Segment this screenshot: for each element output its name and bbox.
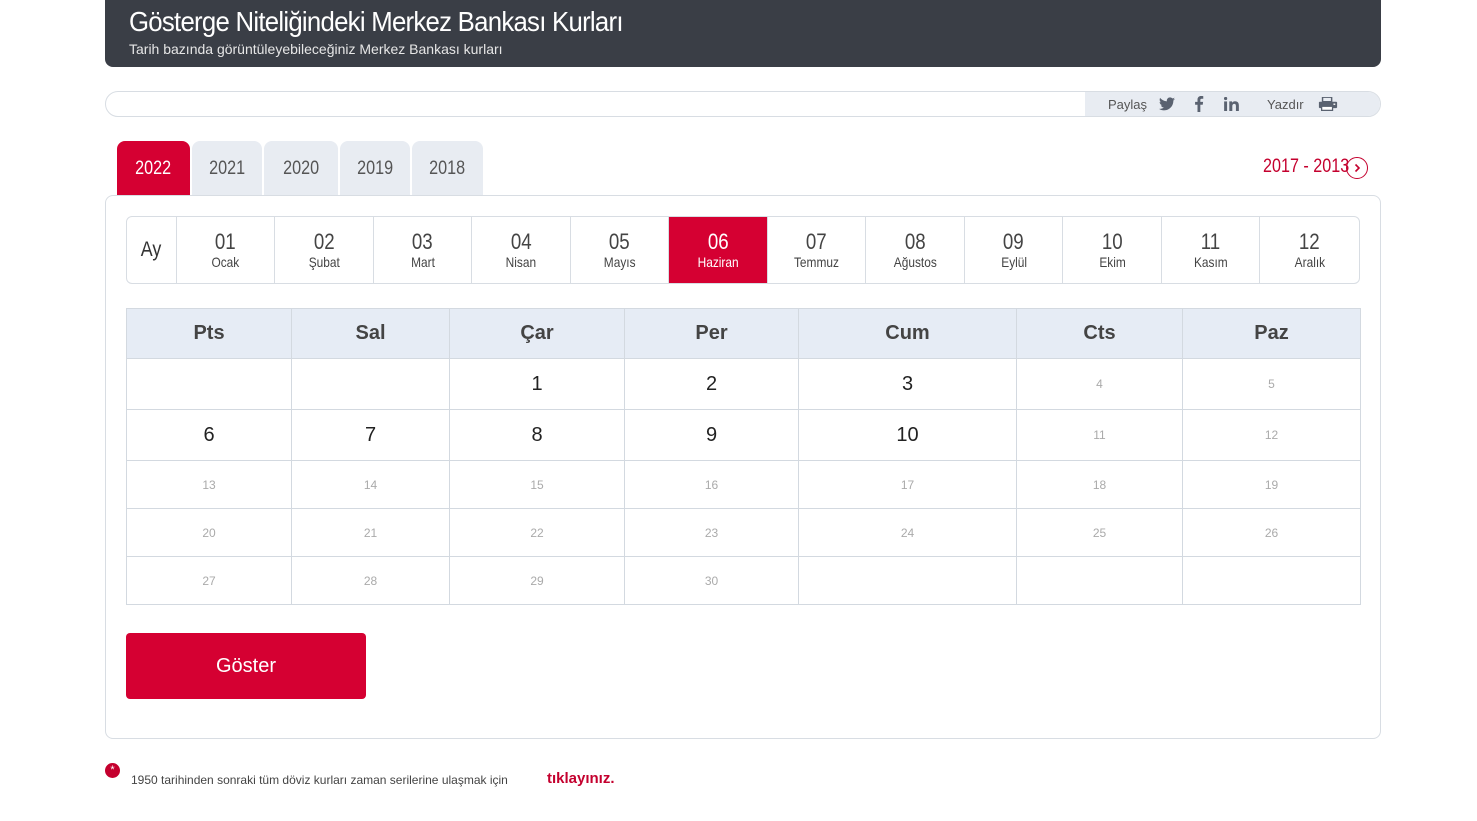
calendar-day-disabled: 25 xyxy=(1016,508,1183,557)
calendar-day-disabled: 14 xyxy=(291,460,450,509)
calendar-day-disabled: 22 xyxy=(449,508,625,557)
page-subtitle: Tarih bazında görüntüleyebileceğiniz Mer… xyxy=(129,41,503,57)
month-12[interactable]: 12 Aralık xyxy=(1260,217,1359,283)
calendar-day[interactable]: 7 xyxy=(291,409,450,461)
calendar-day-disabled: 28 xyxy=(291,556,450,605)
month-11[interactable]: 11 Kasım xyxy=(1162,217,1261,283)
calendar-day-disabled: 20 xyxy=(126,508,292,557)
weekday-header: Cts xyxy=(1016,308,1183,359)
page-title: Gösterge Niteliğindeki Merkez Bankası Ku… xyxy=(129,6,624,37)
month-06[interactable]: 06 Haziran xyxy=(669,217,768,283)
page-header: Gösterge Niteliğindeki Merkez Bankası Ku… xyxy=(105,0,1381,67)
calendar-day-disabled: 30 xyxy=(624,556,799,605)
month-07[interactable]: 07 Temmuz xyxy=(768,217,867,283)
calendar-day-disabled: 17 xyxy=(798,460,1017,509)
footnote: * 1950 tarihinden sonraki tüm döviz kurl… xyxy=(105,763,805,793)
calendar-week-row: 20 21 22 23 24 25 26 xyxy=(126,508,1361,557)
show-button[interactable]: Göster xyxy=(126,633,366,699)
month-05[interactable]: 05 Mayıs xyxy=(571,217,670,283)
calendar-day-empty xyxy=(1016,556,1183,605)
weekday-header: Çar xyxy=(449,308,625,359)
calendar-day-disabled: 26 xyxy=(1182,508,1361,557)
year-tabs: 2022 2021 2020 2019 2018 xyxy=(117,141,485,196)
calendar-day-disabled: 21 xyxy=(291,508,450,557)
calendar-panel: Ay 01 Ocak 02 Şubat 03 Mart 04 Nisan 05 Mayıs… xyxy=(105,195,1381,739)
month-selector: Ay 01 Ocak 02 Şubat 03 Mart 04 Nisan 05 Mayıs… xyxy=(126,216,1360,284)
share-label: Paylaş xyxy=(1108,96,1148,112)
tab-year-2019[interactable]: 2019 xyxy=(340,141,410,196)
share-actions: Paylaş Yazdır xyxy=(1085,92,1380,116)
calendar-day-disabled: 15 xyxy=(449,460,625,509)
calendar-week-row: 27 28 29 30 xyxy=(126,556,1361,605)
calendar-week-row: 13 14 15 16 17 18 19 xyxy=(126,460,1361,509)
tab-year-2022[interactable]: 2022 xyxy=(117,141,190,196)
calendar-week-row: 6 7 8 9 10 11 12 xyxy=(126,409,1361,461)
calendar-day-empty xyxy=(798,556,1017,605)
share-bar: Paylaş Yazdır xyxy=(105,91,1381,117)
tab-year-2021[interactable]: 2021 xyxy=(192,141,262,196)
calendar-day-empty xyxy=(1182,556,1361,605)
calendar-grid: Pts Sal Çar Per Cum Cts Paz 1 2 3 4 5 6 xyxy=(126,308,1361,605)
twitter-icon[interactable] xyxy=(1159,96,1176,112)
calendar-day-empty xyxy=(126,358,292,410)
weekday-header: Cum xyxy=(798,308,1017,359)
month-03[interactable]: 03 Mart xyxy=(374,217,473,283)
older-years-label: 2017 - 2013 xyxy=(1263,156,1350,177)
calendar-day-disabled: 24 xyxy=(798,508,1017,557)
month-04[interactable]: 04 Nisan xyxy=(472,217,571,283)
calendar-day-disabled: 23 xyxy=(624,508,799,557)
calendar-day-empty xyxy=(291,358,450,410)
month-10[interactable]: 10 Ekim xyxy=(1063,217,1162,283)
calendar-day-disabled: 5 xyxy=(1182,358,1361,410)
calendar-day-disabled: 4 xyxy=(1016,358,1183,410)
calendar-day-disabled: 27 xyxy=(126,556,292,605)
calendar-day-disabled: 16 xyxy=(624,460,799,509)
calendar-day-disabled: 18 xyxy=(1016,460,1183,509)
weekday-header-row: Pts Sal Çar Per Cum Cts Paz xyxy=(126,308,1361,359)
asterisk-icon: * xyxy=(105,763,120,778)
calendar-day[interactable]: 9 xyxy=(624,409,799,461)
calendar-day-disabled: 12 xyxy=(1182,409,1361,461)
printer-icon[interactable] xyxy=(1318,96,1338,112)
weekday-header: Per xyxy=(624,308,799,359)
older-years-link[interactable]: 2017 - 2013 xyxy=(1263,156,1368,179)
month-01[interactable]: 01 Ocak xyxy=(177,217,276,283)
month-08[interactable]: 08 Ağustos xyxy=(866,217,965,283)
tab-year-2018[interactable]: 2018 xyxy=(412,141,483,196)
calendar-week-row: 1 2 3 4 5 xyxy=(126,358,1361,410)
calendar-day-disabled: 13 xyxy=(126,460,292,509)
month-selector-label: Ay xyxy=(127,217,177,283)
calendar-day[interactable]: 8 xyxy=(449,409,625,461)
weekday-header: Pts xyxy=(126,308,292,359)
weekday-header: Sal xyxy=(291,308,450,359)
footnote-text: 1950 tarihinden sonraki tüm döviz kurlar… xyxy=(131,773,508,787)
calendar-day[interactable]: 3 xyxy=(798,358,1017,410)
month-02[interactable]: 02 Şubat xyxy=(275,217,374,283)
weekday-header: Paz xyxy=(1182,308,1361,359)
calendar-day-disabled: 11 xyxy=(1016,409,1183,461)
linkedin-icon[interactable] xyxy=(1223,96,1239,112)
month-09[interactable]: 09 Eylül xyxy=(965,217,1064,283)
calendar-day[interactable]: 10 xyxy=(798,409,1017,461)
calendar-day[interactable]: 2 xyxy=(624,358,799,410)
calendar-day-disabled: 19 xyxy=(1182,460,1361,509)
chevron-right-icon xyxy=(1346,157,1368,179)
print-label[interactable]: Yazdır xyxy=(1267,97,1304,112)
tab-year-2020[interactable]: 2020 xyxy=(264,141,338,196)
calendar-day[interactable]: 6 xyxy=(126,409,292,461)
calendar-day-disabled: 29 xyxy=(449,556,625,605)
calendar-day[interactable]: 1 xyxy=(449,358,625,410)
facebook-icon[interactable] xyxy=(1191,96,1207,112)
footnote-link[interactable]: tıklayınız. xyxy=(547,770,615,787)
